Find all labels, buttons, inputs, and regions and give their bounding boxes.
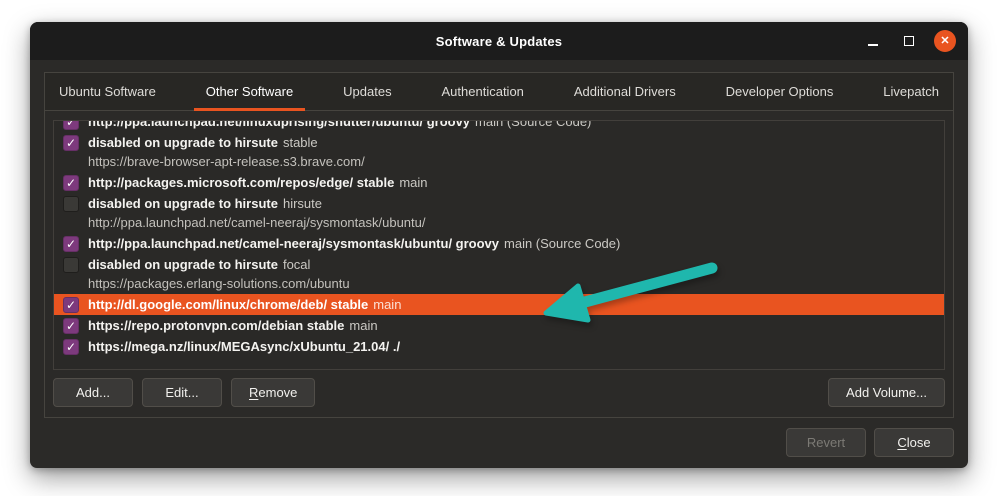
repo-row[interactable]: ✓ http://ppa.launchpad.net/linuxuprising… xyxy=(54,120,944,132)
repo-source: disabled on upgrade to hirsute xyxy=(88,135,278,150)
check-icon: ✓ xyxy=(66,320,76,332)
repo-checkbox[interactable]: ✓ xyxy=(63,120,79,130)
repo-url: http://ppa.launchpad.net/camel-neeraj/sy… xyxy=(88,213,426,232)
window-title: Software & Updates xyxy=(30,34,968,49)
tab-bar: Ubuntu Software Other Software Updates A… xyxy=(45,73,953,111)
close-dialog-button[interactable]: Close xyxy=(874,428,954,457)
repo-row[interactable]: ✓ https://mega.nz/linux/MEGAsync/xUbuntu… xyxy=(54,336,944,357)
repo-source: disabled on upgrade to hirsute xyxy=(88,196,278,211)
repo-row[interactable]: ✓ disabled on upgrade to hirsutestable h… xyxy=(54,132,944,172)
repo-row[interactable]: ✓ disabled on upgrade to hirsutefocal ht… xyxy=(54,254,944,294)
repo-url: https://brave-browser-apt-release.s3.bra… xyxy=(88,152,365,171)
dialog-content: Ubuntu Software Other Software Updates A… xyxy=(30,60,968,468)
repo-row[interactable]: ✓ https://repo.protonvpn.com/debian stab… xyxy=(54,315,944,336)
desktop-background: Software & Updates ✕ Ubuntu Software Oth… xyxy=(0,0,998,496)
dialog-footer: Revert Close xyxy=(44,418,954,457)
close-icon: ✕ xyxy=(940,36,949,47)
repo-checkbox[interactable]: ✓ xyxy=(63,196,79,212)
repo-source: disabled on upgrade to hirsute xyxy=(88,257,278,272)
repo-source: http://packages.microsoft.com/repos/edge… xyxy=(88,175,394,190)
revert-button[interactable]: Revert xyxy=(786,428,866,457)
repo-source: http://dl.google.com/linux/chrome/deb/ s… xyxy=(88,297,368,312)
check-icon: ✓ xyxy=(66,299,76,311)
repo-checkbox[interactable]: ✓ xyxy=(63,175,79,191)
repo-row[interactable]: ✓ http://packages.microsoft.com/repos/ed… xyxy=(54,172,944,193)
repo-source: http://ppa.launchpad.net/linuxuprising/s… xyxy=(88,120,470,129)
window-controls: ✕ xyxy=(862,30,968,52)
repo-checkbox[interactable]: ✓ xyxy=(63,236,79,252)
check-icon: ✓ xyxy=(66,137,76,149)
repo-checkbox[interactable]: ✓ xyxy=(63,135,79,151)
minimize-icon xyxy=(868,44,878,46)
list-toolbar: Add... Edit... Remove Add Volume... xyxy=(53,378,945,407)
repo-source: http://ppa.launchpad.net/camel-neeraj/sy… xyxy=(88,236,499,251)
tab-developer-options[interactable]: Developer Options xyxy=(712,73,848,110)
repo-url: https://packages.erlang-solutions.com/ub… xyxy=(88,274,350,293)
close-window-button[interactable]: ✕ xyxy=(934,30,956,52)
repo-row[interactable]: ✓ disabled on upgrade to hirsutehirsute … xyxy=(54,193,944,233)
maximize-button[interactable] xyxy=(898,30,920,52)
tab-additional-drivers[interactable]: Additional Drivers xyxy=(560,73,690,110)
tab-other-software[interactable]: Other Software xyxy=(192,73,307,110)
software-updates-window: Software & Updates ✕ Ubuntu Software Oth… xyxy=(30,22,968,468)
remove-button[interactable]: Remove xyxy=(231,378,315,407)
add-button[interactable]: Add... xyxy=(53,378,133,407)
tab-updates[interactable]: Updates xyxy=(329,73,405,110)
maximize-icon xyxy=(904,36,914,46)
other-software-page: ✓ http://ppa.launchpad.net/linuxuprising… xyxy=(45,111,953,417)
edit-button[interactable]: Edit... xyxy=(142,378,222,407)
tab-authentication[interactable]: Authentication xyxy=(428,73,538,110)
tab-livepatch[interactable]: Livepatch xyxy=(869,73,953,110)
repo-checkbox[interactable]: ✓ xyxy=(63,339,79,355)
repo-source: https://repo.protonvpn.com/debian stable xyxy=(88,318,344,333)
settings-notebook: Ubuntu Software Other Software Updates A… xyxy=(44,72,954,418)
repo-list: ✓ http://ppa.launchpad.net/linuxuprising… xyxy=(53,120,945,370)
minimize-button[interactable] xyxy=(862,30,884,52)
repo-checkbox[interactable]: ✓ xyxy=(63,318,79,334)
repo-checkbox[interactable]: ✓ xyxy=(63,257,79,273)
repo-checkbox[interactable]: ✓ xyxy=(63,297,79,313)
titlebar: Software & Updates ✕ xyxy=(30,22,968,60)
repo-source: https://mega.nz/linux/MEGAsync/xUbuntu_2… xyxy=(88,339,400,354)
repo-row-selected[interactable]: ✓ http://dl.google.com/linux/chrome/deb/… xyxy=(54,294,944,315)
check-icon: ✓ xyxy=(66,120,76,128)
repo-row[interactable]: ✓ http://ppa.launchpad.net/camel-neeraj/… xyxy=(54,233,944,254)
check-icon: ✓ xyxy=(66,341,76,353)
add-volume-button[interactable]: Add Volume... xyxy=(828,378,945,407)
tab-ubuntu-software[interactable]: Ubuntu Software xyxy=(45,73,170,110)
check-icon: ✓ xyxy=(66,238,76,250)
check-icon: ✓ xyxy=(66,177,76,189)
